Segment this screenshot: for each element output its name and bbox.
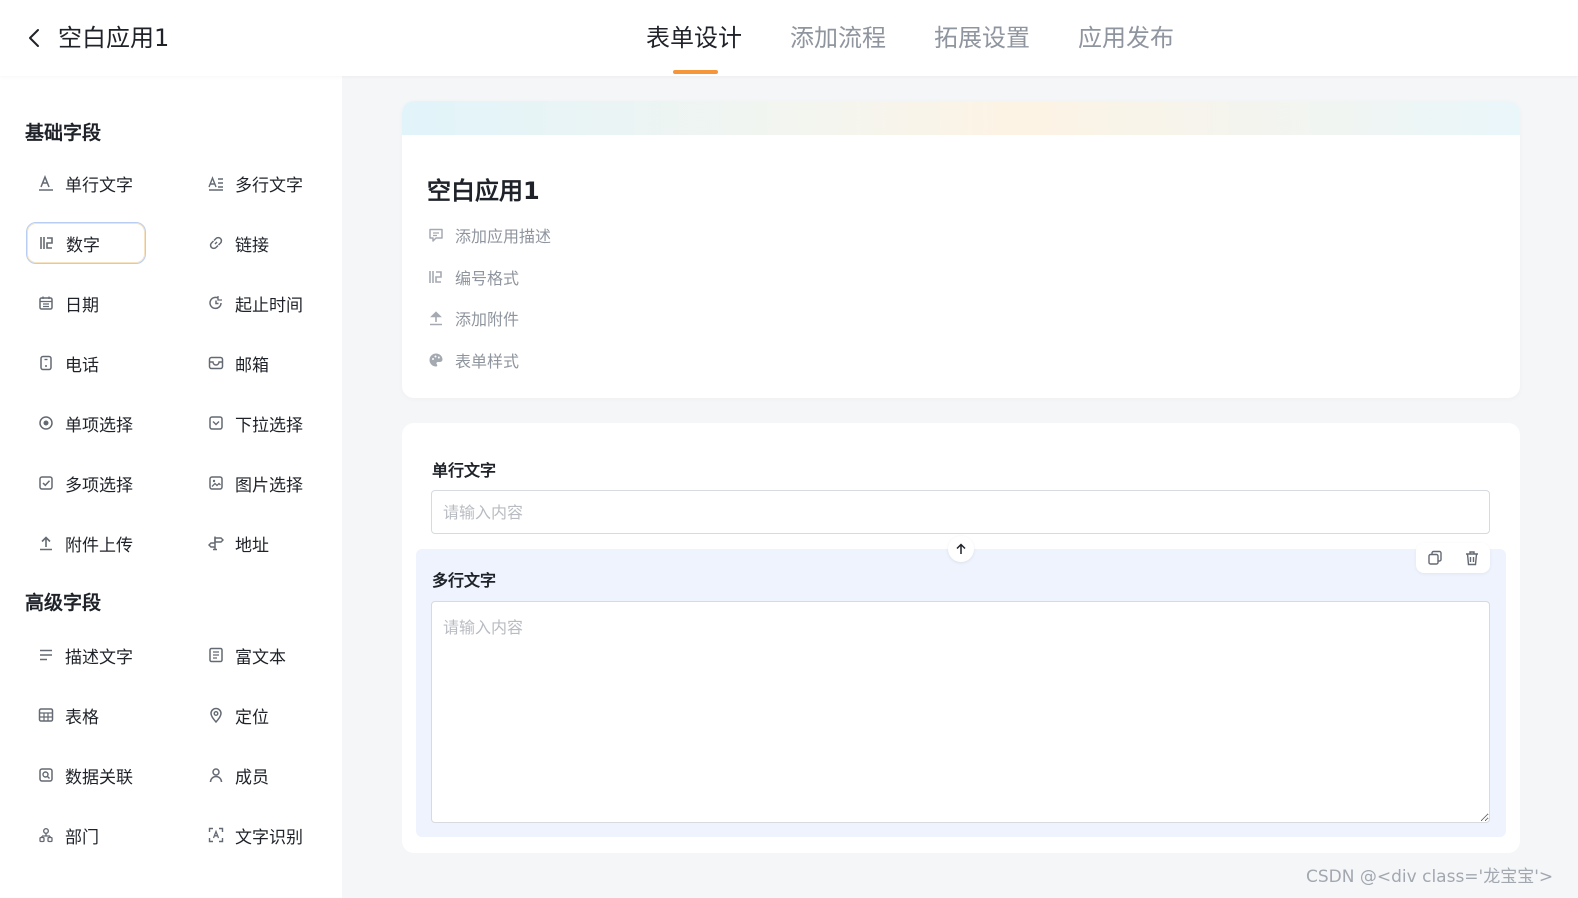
delete-field-button[interactable]: [1461, 547, 1483, 569]
signpost-icon: [207, 534, 225, 552]
link-icon: [207, 234, 225, 252]
calendar-icon: [37, 294, 55, 312]
field-dropdown[interactable]: 下拉选择: [196, 402, 316, 444]
field-checkbox[interactable]: 多项选择: [26, 462, 146, 504]
tab-extension-settings[interactable]: 拓展设置: [934, 20, 1030, 56]
dropdown-icon: [207, 414, 225, 432]
basic-fields-title: 基础字段: [25, 122, 102, 144]
field-link[interactable]: 链接: [196, 222, 316, 264]
field-rich-text[interactable]: 富文本: [196, 634, 316, 676]
tab-form-design[interactable]: 表单设计: [646, 20, 742, 74]
rich-text-icon: [207, 646, 225, 664]
field-single-line-text[interactable]: 单行文字: [26, 162, 146, 204]
palette-icon: [427, 351, 445, 369]
copy-field-button[interactable]: [1424, 547, 1446, 569]
step-tabs: 表单设计 添加流程 拓展设置 应用发布: [646, 20, 1174, 74]
checkbox-icon: [37, 474, 55, 492]
field-image-select[interactable]: 图片选择: [196, 462, 316, 504]
field-palette: 基础字段 单行文字 多行文字 数字 链接 日期 起止时间 电话 邮箱 单项选择 …: [0, 76, 342, 898]
upload-icon: [37, 534, 55, 552]
field-date[interactable]: 日期: [26, 282, 146, 324]
app-title: 空白应用1: [58, 24, 170, 52]
field-multi-line-text[interactable]: 多行文字: [196, 162, 316, 204]
single-line-text-icon: [37, 174, 55, 192]
field-department[interactable]: 部门: [26, 814, 146, 856]
field-location[interactable]: 定位: [196, 694, 316, 736]
header-gradient-band: [402, 101, 1520, 135]
arrow-up-icon: [956, 543, 966, 554]
field-toolbar: [1416, 543, 1490, 573]
trash-icon: [1465, 551, 1478, 566]
advanced-fields-title: 高级字段: [25, 592, 102, 614]
radio-icon: [37, 414, 55, 432]
multi-line-textarea[interactable]: [431, 601, 1490, 823]
move-up-button[interactable]: [948, 536, 974, 562]
multi-line-field-block[interactable]: 多行文字: [416, 536, 1506, 837]
field-number[interactable]: 数字: [26, 222, 146, 264]
add-app-description-button[interactable]: 添加应用描述: [427, 223, 551, 247]
field-address[interactable]: 地址: [196, 522, 316, 564]
comment-icon: [427, 226, 445, 244]
field-member[interactable]: 成员: [196, 754, 316, 796]
text-scan-icon: [207, 826, 225, 844]
tab-add-process[interactable]: 添加流程: [790, 20, 886, 56]
single-line-input[interactable]: [431, 490, 1490, 534]
data-link-icon: [37, 766, 55, 784]
number-icon: [427, 268, 445, 286]
watermark: CSDN @<div class='龙宝宝'>: [1306, 867, 1554, 887]
add-attachment-button[interactable]: 添加附件: [427, 306, 519, 330]
chevron-left-icon: [29, 29, 39, 47]
user-icon: [207, 766, 225, 784]
form-style-button[interactable]: 表单样式: [427, 348, 519, 372]
field-time-range[interactable]: 起止时间: [196, 282, 316, 324]
field-attachment-upload[interactable]: 附件上传: [26, 522, 146, 564]
form-fields-card: 单行文字 多行文字: [402, 423, 1520, 853]
mail-icon: [207, 354, 225, 372]
copy-icon: [1427, 550, 1442, 565]
form-canvas: 空白应用1 添加应用描述 编号格式 添加附件 表单样式 单行文字 请输入内容 多…: [342, 76, 1578, 898]
field-table[interactable]: 表格: [26, 694, 146, 736]
single-line-label: 单行文字: [432, 461, 497, 480]
top-bar: 空白应用1 表单设计 添加流程 拓展设置 应用发布: [0, 0, 1578, 76]
multi-line-text-icon: [207, 174, 225, 192]
field-email[interactable]: 邮箱: [196, 342, 316, 384]
location-pin-icon: [207, 706, 225, 724]
number-format-button[interactable]: 编号格式: [427, 265, 519, 289]
upload-icon: [427, 309, 445, 327]
field-radio[interactable]: 单项选择: [26, 402, 146, 444]
image-icon: [207, 474, 225, 492]
tab-app-publish[interactable]: 应用发布: [1078, 20, 1174, 56]
number-icon: [38, 234, 56, 252]
department-icon: [37, 826, 55, 844]
table-icon: [37, 706, 55, 724]
description-icon: [37, 646, 55, 664]
time-range-icon: [207, 294, 225, 312]
field-text-recognition[interactable]: 文字识别: [196, 814, 316, 856]
form-header-card: 空白应用1 添加应用描述 编号格式 添加附件 表单样式: [402, 101, 1520, 398]
field-phone[interactable]: 电话: [26, 342, 146, 384]
field-data-association[interactable]: 数据关联: [26, 754, 146, 796]
multi-line-label: 多行文字: [432, 571, 497, 590]
back-button[interactable]: [22, 24, 46, 52]
phone-icon: [37, 354, 55, 372]
form-title[interactable]: 空白应用1: [427, 171, 540, 206]
field-description-text[interactable]: 描述文字: [26, 634, 146, 676]
